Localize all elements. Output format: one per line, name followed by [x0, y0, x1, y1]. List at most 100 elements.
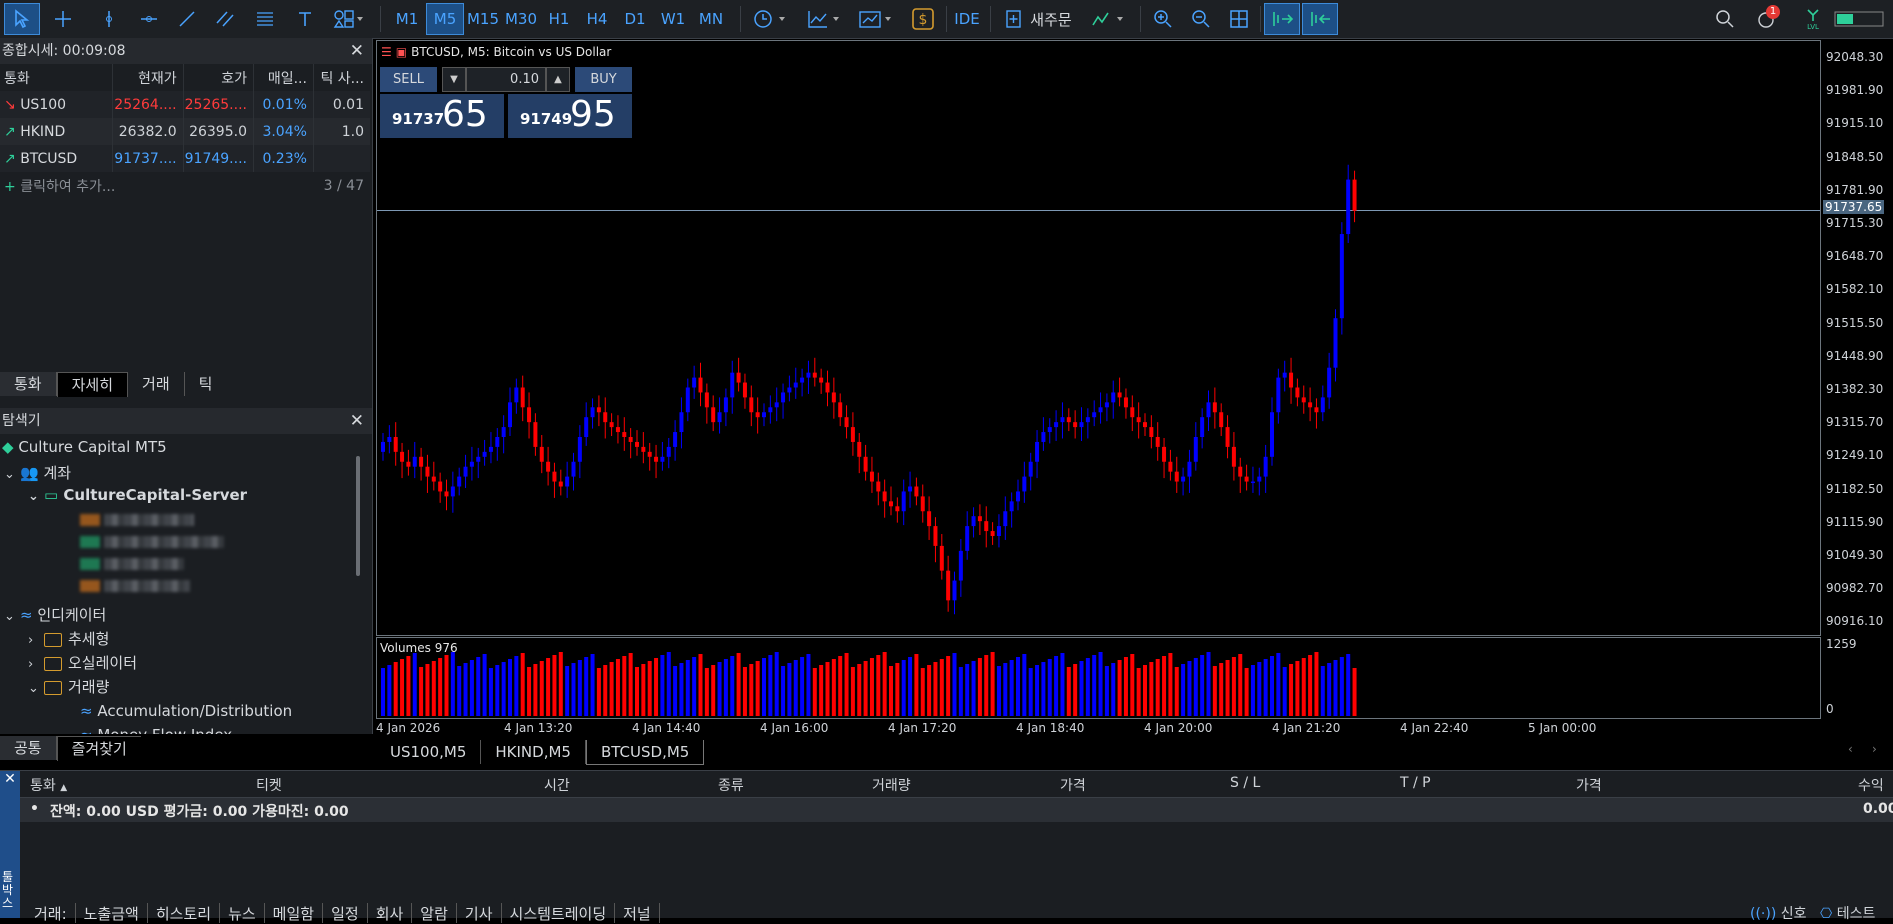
column-header-ask[interactable]: 호가 — [183, 64, 254, 91]
candle-body — [1301, 397, 1306, 403]
terminal-tab[interactable]: 시스템트레이딩 — [502, 903, 616, 923]
horizontal-line-icon[interactable] — [132, 3, 166, 35]
terminal-tab[interactable]: 메일함 — [265, 903, 324, 923]
indicators-menu-icon[interactable] — [854, 3, 900, 35]
volume-subwindow[interactable]: Volumes 976 — [376, 637, 1821, 719]
terminal-tab[interactable]: 저널 — [615, 903, 660, 923]
terminal-tab[interactable]: 회사 — [368, 903, 413, 923]
tab-common[interactable]: 공통 — [0, 736, 57, 760]
column-header-price[interactable]: 가격 — [1060, 775, 1086, 795]
column-header-current-price[interactable]: 가격 — [1576, 775, 1602, 795]
terminal-tab[interactable]: 일정 — [323, 903, 368, 923]
close-icon[interactable]: ✕ — [350, 38, 364, 64]
clock-menu-icon[interactable] — [748, 3, 794, 35]
timeframe-h1[interactable]: H1 — [540, 3, 578, 35]
tree-folder[interactable]: › 추세형 — [28, 628, 109, 649]
notifications-icon[interactable]: 1 — [1750, 3, 1784, 35]
zoom-out-icon[interactable] — [1184, 3, 1218, 35]
price-tick: 91915.10 — [1826, 116, 1884, 131]
volume-bar — [1219, 663, 1224, 716]
table-row[interactable]: ↘ US100 25264.... 25265.... 0.01% 0.01 — [0, 91, 370, 118]
tree-root[interactable]: ◆ Culture Capital MT5 — [2, 438, 167, 456]
tree-item[interactable]: ≈ Accumulation/Distribution — [80, 702, 292, 720]
crosshair-icon[interactable] — [46, 3, 80, 35]
tile-windows-icon[interactable] — [1222, 3, 1256, 35]
close-icon[interactable]: ✕ — [0, 771, 20, 787]
balance-row[interactable]: • 잔액: 0.00 USD 평가금: 0.00 가용마진: 0.00 0.00 — [20, 798, 1893, 822]
column-header-volume[interactable]: 거래량 — [872, 775, 911, 795]
text-tool-icon[interactable] — [288, 3, 322, 35]
tab-chart[interactable]: US100,M5 — [376, 740, 482, 764]
timeframe-mn[interactable]: MN — [692, 3, 730, 35]
column-header-tp[interactable]: T / P — [1400, 775, 1431, 791]
tree-folder[interactable]: ⌄ 거래량 — [28, 676, 109, 697]
tester-status[interactable]: ⎔ 테스트 — [1820, 903, 1875, 923]
add-symbol-row[interactable]: + 클릭하여 추가... 3 / 47 — [0, 172, 370, 199]
table-row[interactable]: ↗ BTCUSD 91737.... 91749.... 0.23% — [0, 145, 370, 172]
timeframe-w1[interactable]: W1 — [654, 3, 692, 35]
navigator-scrollbar[interactable] — [356, 456, 360, 576]
terminal-tab[interactable]: 노출금액 — [76, 903, 148, 923]
timeframe-m5[interactable]: M5 — [426, 3, 464, 35]
tab-ticks[interactable]: 틱 — [185, 372, 227, 396]
price-tick: 91715.30 — [1826, 216, 1884, 230]
column-header-tick-size[interactable]: 틱 사... — [313, 64, 370, 91]
tree-indicators[interactable]: ⌄ ≈ 인디케이터 — [4, 604, 106, 625]
tree-accounts[interactable]: ⌄ 👥 계좌 — [4, 462, 71, 483]
tab-scroll-left-icon[interactable]: ‹ — [1848, 742, 1853, 756]
auto-scroll-icon[interactable] — [1264, 3, 1300, 35]
candle-body — [730, 372, 735, 398]
tree-server[interactable]: ⌄ ▭ CultureCapital-Server — [28, 486, 247, 504]
cursor-tool-icon[interactable] — [4, 3, 40, 35]
candle-body — [679, 412, 684, 433]
tab-favorites[interactable]: 즐겨찾기 — [56, 736, 141, 761]
signals-status[interactable]: ((·)) 신호 — [1750, 903, 1807, 923]
column-header-symbol[interactable]: 통화 — [0, 64, 114, 91]
price-chart[interactable]: ☰ ▣ BTCUSD, M5: Bitcoin vs US Dollar SEL… — [376, 40, 1821, 636]
terminal-tab[interactable]: 히스토리 — [148, 903, 221, 923]
column-header-daily-change[interactable]: 매일... — [253, 64, 314, 91]
tree-item[interactable]: ≈ Money Flow Index — [80, 726, 232, 734]
column-header-ticket[interactable]: 티켓 — [256, 775, 282, 795]
column-header-type[interactable]: 종류 — [718, 775, 744, 795]
shapes-menu-icon[interactable] — [326, 3, 372, 35]
algo-trading-icon[interactable] — [1086, 3, 1132, 35]
column-header-profit[interactable]: 수익 — [1858, 775, 1884, 795]
fibonacci-icon[interactable] — [248, 3, 282, 35]
vertical-line-icon[interactable] — [92, 3, 126, 35]
terminal-tab[interactable]: 알람 — [412, 903, 457, 923]
timeframe-h4[interactable]: H4 — [578, 3, 616, 35]
chart-shift-icon[interactable] — [1302, 3, 1338, 35]
timeframe-d1[interactable]: D1 — [616, 3, 654, 35]
trendline-icon[interactable] — [170, 3, 204, 35]
terminal-tab[interactable]: 뉴스 — [220, 903, 265, 923]
dollar-signal-icon[interactable]: $ — [908, 3, 938, 35]
timeframe-m15[interactable]: M15 — [464, 3, 502, 35]
terminal-tab[interactable]: 기사 — [457, 903, 502, 923]
terminal-tab[interactable]: 거래: — [26, 903, 76, 923]
table-row[interactable]: ↗ HKIND 26382.0 26395.0 3.04% 1.0 — [0, 118, 370, 145]
zoom-in-icon[interactable] — [1146, 3, 1180, 35]
terminal-tabs: 거래: 노출금액 히스토리 뉴스 메일함 일정 회사 알람 기사 시스템트레이딩 저널 — [26, 903, 660, 923]
tab-details[interactable]: 자세히 — [56, 372, 129, 397]
tab-chart[interactable]: HKIND,M5 — [481, 740, 586, 764]
tab-trading[interactable]: 거래 — [128, 372, 185, 396]
navigator-panel: 탐색기 ✕ ◆ Culture Capital MT5 ⌄ 👥 계좌 ⌄ ▭ Cul… — [0, 408, 373, 734]
column-header-time[interactable]: 시간 — [544, 775, 570, 795]
equidistant-channel-icon[interactable] — [208, 3, 242, 35]
ide-button[interactable]: IDE — [952, 3, 982, 35]
column-header-symbol[interactable]: 통화 ▲ — [30, 775, 67, 795]
timeframe-m30[interactable]: M30 — [502, 3, 540, 35]
tab-scroll-right-icon[interactable]: › — [1872, 742, 1877, 756]
column-header-bid[interactable]: 현재가 — [112, 64, 184, 91]
tab-symbols[interactable]: 통화 — [0, 372, 57, 396]
timeframe-m1[interactable]: M1 — [388, 3, 426, 35]
tree-folder[interactable]: › 오실레이터 — [28, 652, 137, 673]
candle-body — [869, 471, 874, 482]
tab-chart-active[interactable]: BTCUSD,M5 — [585, 740, 705, 765]
close-icon[interactable]: ✕ — [350, 408, 364, 434]
search-icon[interactable] — [1710, 3, 1740, 35]
new-order-button[interactable]: 새주문 — [998, 3, 1078, 35]
chart-type-icon[interactable] — [802, 3, 848, 35]
column-header-sl[interactable]: S / L — [1230, 775, 1260, 791]
